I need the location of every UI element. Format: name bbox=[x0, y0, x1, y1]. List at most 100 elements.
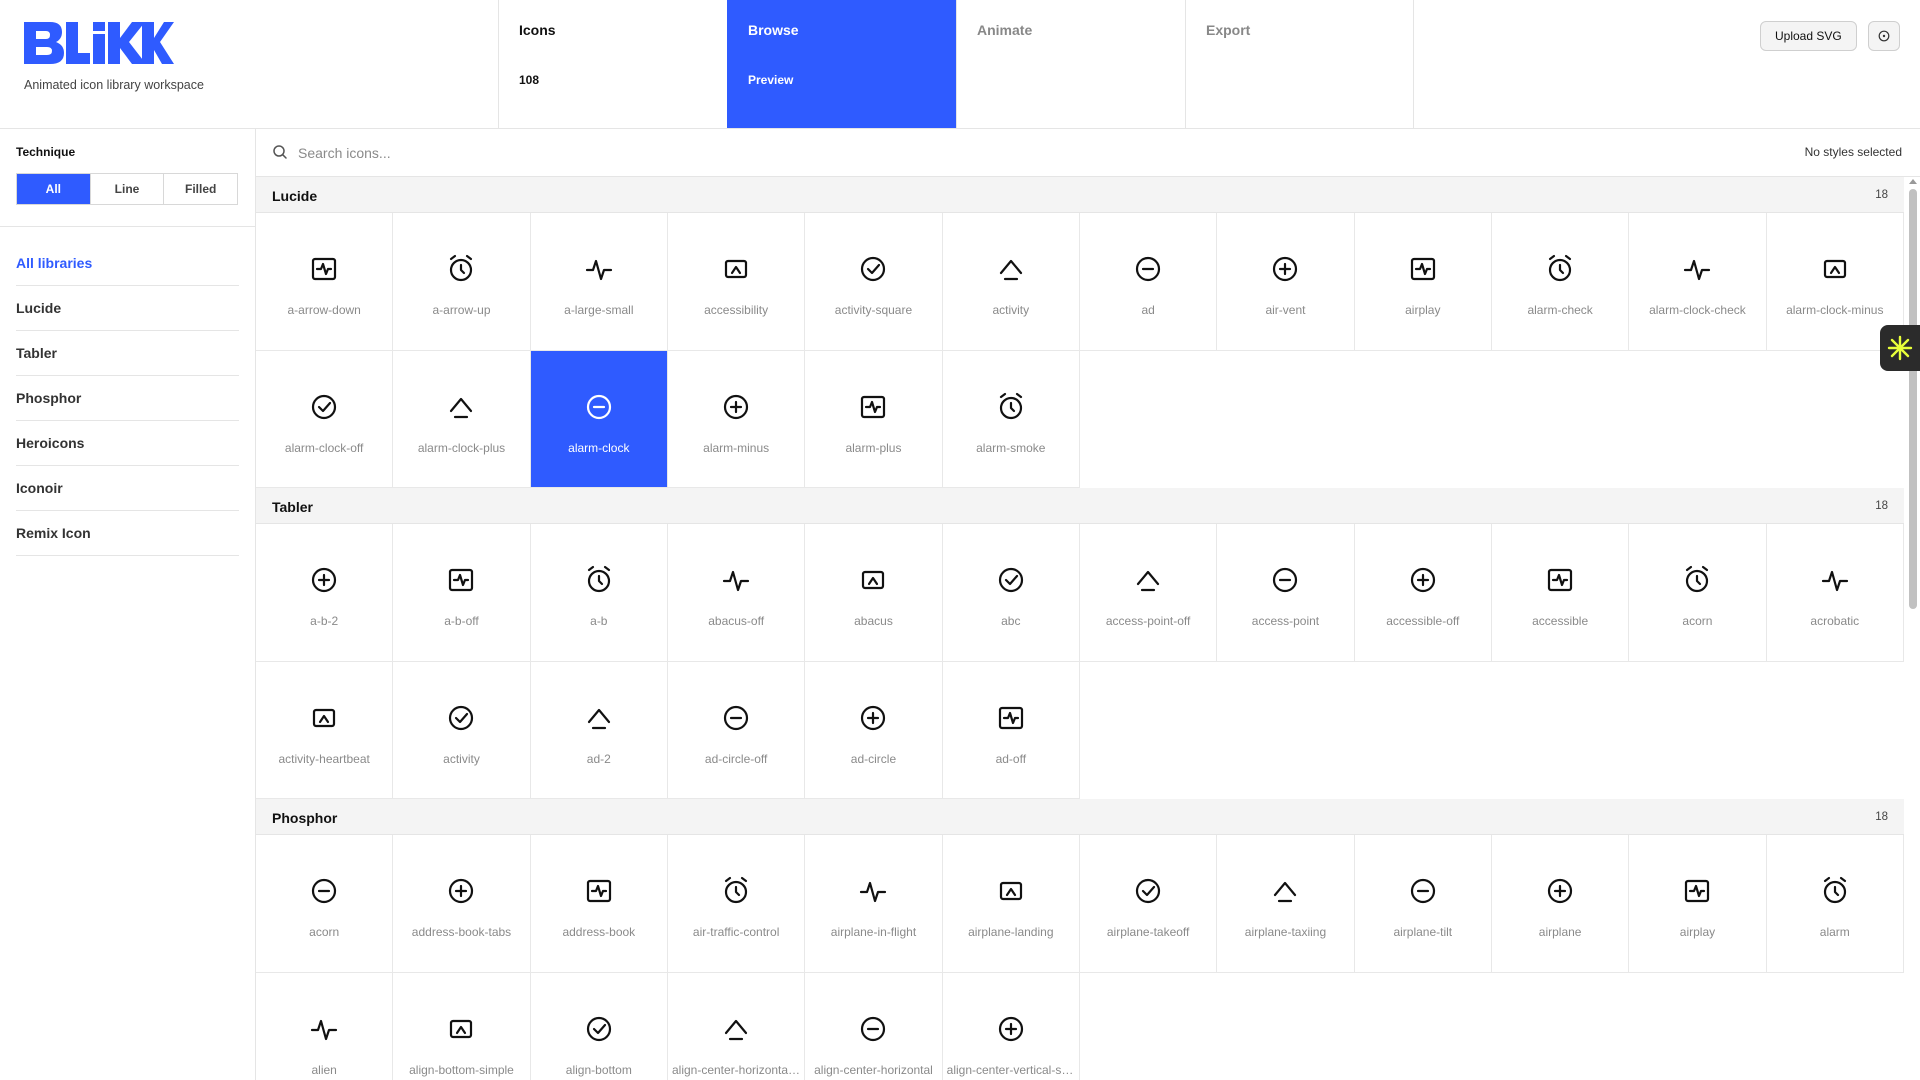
icon-tile-align-bottom[interactable]: align-bottom bbox=[530, 972, 668, 1080]
icon-tile-access-point-off[interactable]: access-point-off bbox=[1079, 524, 1218, 662]
icon-tile-airplay[interactable]: airplay bbox=[1629, 835, 1767, 973]
activity-square-icon bbox=[861, 256, 886, 282]
icon-tile-a-b-2[interactable]: a-b-2 bbox=[256, 524, 394, 662]
icon-tile-alarm-minus[interactable]: alarm-minus bbox=[667, 350, 806, 488]
sparkle-icon bbox=[1887, 335, 1913, 361]
section-count: 18 bbox=[1875, 811, 1888, 823]
icon-tile-access-point[interactable]: access-point bbox=[1217, 524, 1355, 662]
icon-tile-accessible-off[interactable]: accessible-off bbox=[1354, 524, 1492, 662]
icon-tile-a-b-off[interactable]: a-b-off bbox=[393, 524, 531, 662]
step-icons[interactable]: Icons 108 bbox=[498, 0, 727, 128]
icon-tile-airplane-taxiing[interactable]: airplane-taxiing bbox=[1217, 835, 1355, 973]
icon-tile-address-book[interactable]: address-book bbox=[530, 835, 668, 973]
icon-tile-airplane-takeoff[interactable]: airplane-takeoff bbox=[1079, 835, 1218, 973]
icon-tile-address-book-tabs[interactable]: address-book-tabs bbox=[393, 835, 531, 973]
icon-tile-abacus[interactable]: abacus bbox=[805, 524, 943, 662]
icon-tile-alarm-clock-plus[interactable]: alarm-clock-plus bbox=[393, 350, 531, 488]
acrobatic-icon bbox=[1821, 570, 1848, 592]
icon-tile-abc[interactable]: abc bbox=[942, 524, 1080, 662]
technique-all[interactable]: All bbox=[17, 174, 90, 204]
icon-tile-ad-off[interactable]: ad-off bbox=[942, 661, 1080, 799]
icon-tile-activity[interactable]: activity bbox=[942, 213, 1080, 351]
upload-svg-button[interactable]: Upload SVG bbox=[1760, 21, 1857, 51]
icon-tile-alarm-clock-off[interactable]: alarm-clock-off bbox=[256, 350, 394, 488]
icon-tile-activity[interactable]: activity bbox=[393, 661, 531, 799]
icon-label: airplay bbox=[1679, 925, 1716, 939]
technique-line[interactable]: Line bbox=[89, 174, 164, 204]
step-title: Export bbox=[1206, 22, 1251, 38]
icon-label: align-center-vertical-simple bbox=[946, 1062, 1075, 1077]
icon-label: alarm-minus bbox=[703, 440, 770, 455]
step-export[interactable]: Export bbox=[1185, 0, 1414, 128]
icon-tile-ad[interactable]: ad bbox=[1079, 213, 1218, 351]
icon-tile-alarm-clock-check[interactable]: alarm-clock-check bbox=[1629, 213, 1767, 351]
library-item-tabler[interactable]: Tabler bbox=[16, 331, 239, 376]
airplane-taxiing-icon bbox=[1274, 881, 1297, 903]
icon-tile-align-bottom-simple[interactable]: align-bottom-simple bbox=[393, 972, 531, 1080]
library-item-heroicons[interactable]: Heroicons bbox=[16, 421, 239, 466]
icon-tile-acorn[interactable]: acorn bbox=[1629, 524, 1767, 662]
icon-tile-ad-2[interactable]: ad-2 bbox=[530, 661, 668, 799]
icon-tile-alarm-smoke[interactable]: alarm-smoke bbox=[942, 350, 1080, 488]
activity-icon bbox=[449, 705, 474, 730]
icon-tile-acrobatic[interactable]: acrobatic bbox=[1766, 524, 1904, 662]
app-tagline: Animated icon library workspace bbox=[24, 78, 204, 92]
icon-label: align-bottom bbox=[565, 1062, 632, 1077]
icon-tile-alarm-clock[interactable]: alarm-clock bbox=[530, 350, 668, 488]
icon-tile-activity-heartbeat[interactable]: activity-heartbeat bbox=[256, 661, 394, 799]
scrollbar-thumb[interactable] bbox=[1909, 189, 1917, 609]
library-item-phosphor[interactable]: Phosphor bbox=[16, 376, 239, 421]
scrollbar[interactable] bbox=[1906, 177, 1920, 1080]
icon-tile-airplay[interactable]: airplay bbox=[1354, 213, 1492, 351]
icon-tile-a-b[interactable]: a-b bbox=[530, 524, 668, 662]
icon-tile-a-arrow-down[interactable]: a-arrow-down bbox=[256, 213, 394, 351]
library-item-all[interactable]: All libraries bbox=[16, 241, 239, 286]
acorn-icon bbox=[1686, 565, 1709, 593]
library-item-remix-icon[interactable]: Remix Icon bbox=[16, 511, 239, 556]
icon-label: airplane bbox=[1538, 925, 1582, 939]
icon-tile-align-center-vertical-simple[interactable]: align-center-vertical-simple bbox=[942, 972, 1080, 1080]
icon-tile-airplane-landing[interactable]: airplane-landing bbox=[942, 835, 1080, 973]
icon-tile-airplane-in-flight[interactable]: airplane-in-flight bbox=[805, 835, 943, 973]
icon-tile-airplane-tilt[interactable]: airplane-tilt bbox=[1354, 835, 1492, 973]
help-button[interactable] bbox=[1868, 21, 1900, 51]
icon-tile-ad-circle-off[interactable]: ad-circle-off bbox=[667, 661, 806, 799]
accessibility-icon bbox=[725, 259, 748, 279]
icon-tile-a-large-small[interactable]: a-large-small bbox=[530, 213, 668, 351]
icon-tile-airplane[interactable]: airplane bbox=[1491, 835, 1630, 973]
icon-tile-air-traffic-control[interactable]: air-traffic-control bbox=[667, 835, 806, 973]
assistant-widget-button[interactable] bbox=[1880, 325, 1920, 371]
icon-tile-abacus-off[interactable]: abacus-off bbox=[667, 524, 806, 662]
icon-tile-ad-circle[interactable]: ad-circle bbox=[805, 661, 943, 799]
icon-tile-accessibility[interactable]: accessibility bbox=[667, 213, 806, 351]
library-item-iconoir[interactable]: Iconoir bbox=[16, 466, 239, 511]
brand-logo[interactable] bbox=[24, 22, 484, 69]
search-input[interactable] bbox=[296, 138, 1200, 168]
icon-grid: acorn address-book-tabs address-book air-tr… bbox=[256, 835, 1904, 1080]
icon-tile-alarm[interactable]: alarm bbox=[1766, 835, 1904, 973]
icon-tile-alarm-check[interactable]: alarm-check bbox=[1491, 213, 1630, 351]
library-item-lucide[interactable]: Lucide bbox=[16, 286, 239, 331]
icon-tile-accessible[interactable]: accessible bbox=[1491, 524, 1630, 662]
icon-tile-align-center-horizontal[interactable]: align-center-horizontal bbox=[805, 972, 943, 1080]
icon-tile-activity-square[interactable]: activity-square bbox=[805, 213, 943, 351]
step-animate[interactable]: Animate bbox=[956, 0, 1185, 128]
icon-tile-air-vent[interactable]: air-vent bbox=[1217, 213, 1355, 351]
icon-label: air-traffic-control bbox=[692, 925, 780, 939]
step-browse[interactable]: Browse Preview bbox=[727, 0, 956, 128]
abacus-icon bbox=[862, 570, 885, 590]
icon-tile-acorn[interactable]: acorn bbox=[256, 835, 394, 973]
icon-tile-align-center-horizontal-simple[interactable]: align-center-horizontal-simple bbox=[667, 972, 806, 1080]
section-header-lucide: Lucide 18 bbox=[256, 177, 1904, 213]
icon-tile-alien[interactable]: alien bbox=[256, 972, 394, 1080]
technique-filled[interactable]: Filled bbox=[163, 174, 237, 204]
icon-tile-alarm-plus[interactable]: alarm-plus bbox=[805, 350, 943, 488]
ad-2-icon bbox=[587, 708, 610, 729]
icon-label: alarm-check bbox=[1527, 303, 1593, 317]
scroll-up-arrow-icon[interactable] bbox=[1909, 179, 1917, 184]
library-list: All libraries Lucide Tabler Phosphor Her… bbox=[16, 241, 239, 556]
icon-label: airplane-taxiing bbox=[1244, 925, 1327, 939]
icon-tile-a-arrow-up[interactable]: a-arrow-up bbox=[393, 213, 531, 351]
icon-label: address-book-tabs bbox=[411, 925, 512, 939]
icon-label: activity-heartbeat bbox=[278, 751, 370, 766]
